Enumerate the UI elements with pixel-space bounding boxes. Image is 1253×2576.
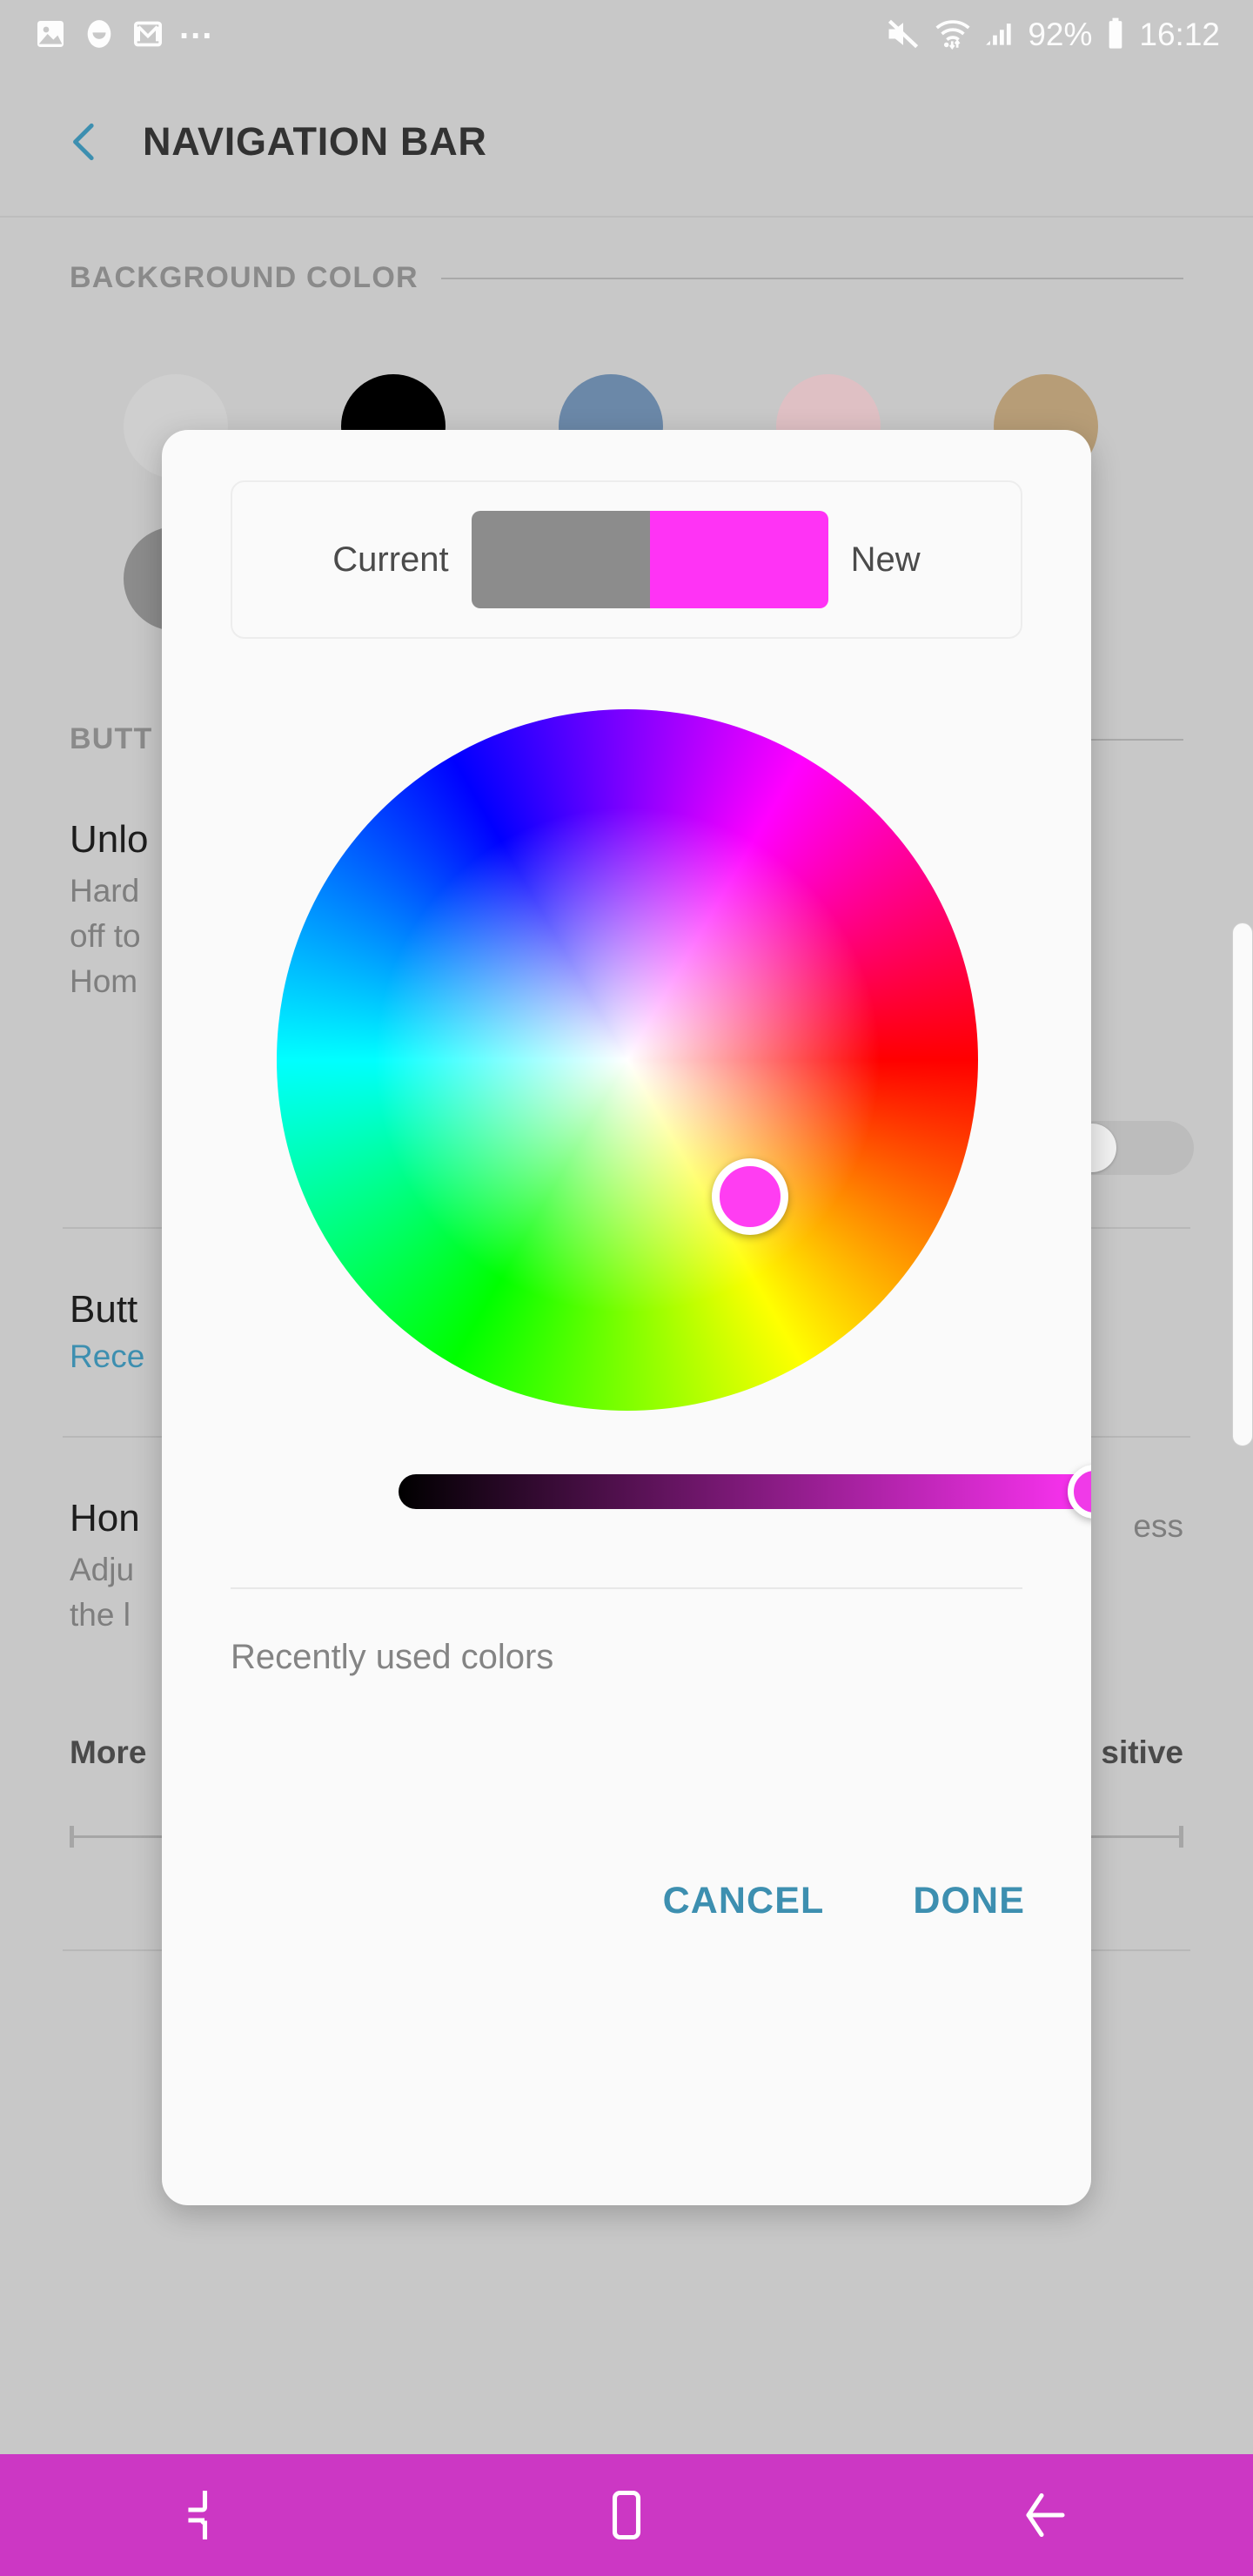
- cancel-button[interactable]: CANCEL: [654, 1868, 834, 1935]
- page-title: NAVIGATION BAR: [143, 119, 487, 164]
- slider-tick-min: [70, 1826, 74, 1848]
- mute-icon: [888, 19, 919, 49]
- color-picker-dialog: Current New Recently used colors CANCEL …: [162, 430, 1091, 2205]
- back-icon: [1026, 2492, 1065, 2538]
- new-color-half: [649, 511, 828, 608]
- battery-icon: [1109, 17, 1122, 49]
- section-rule: [440, 277, 1183, 279]
- dialog-divider: [231, 1587, 1022, 1589]
- app-header: NAVIGATION BAR: [0, 68, 1253, 218]
- clock-label: 16:12: [1139, 16, 1220, 52]
- section-header-background-color: BACKGROUND COLOR: [0, 261, 1253, 295]
- color-wheel-cursor[interactable]: [712, 1158, 789, 1236]
- color-preview-box: Current New: [231, 480, 1022, 639]
- section-label: BUTT: [70, 722, 153, 755]
- gmail-icon: [134, 21, 162, 47]
- page-scrollbar[interactable]: [1232, 922, 1253, 1446]
- color-wheel-picker[interactable]: [277, 709, 978, 1411]
- brightness-slider-track[interactable]: [399, 1474, 1091, 1509]
- recently-used-colors-label: Recently used colors: [231, 1638, 554, 1676]
- status-bar: ... 92% 16:12: [0, 0, 1253, 68]
- wifi-icon: [935, 20, 970, 50]
- brightness-slider-thumb[interactable]: [1068, 1465, 1091, 1519]
- chevron-left-icon: [73, 123, 94, 161]
- recently-used-colors-list[interactable]: [231, 1709, 1022, 1822]
- current-color-half: [471, 511, 650, 608]
- signal-icon: [986, 23, 1012, 45]
- done-button[interactable]: DONE: [904, 1868, 1034, 1935]
- status-overflow-icon: ...: [179, 8, 214, 46]
- nav-back-button[interactable]: [966, 2454, 1122, 2576]
- phone-screen: ... 92% 16:12 NAVIGATION BAR BACKGROUND …: [0, 0, 1253, 2576]
- image-icon: [37, 21, 64, 47]
- status-notification-icons: ...: [33, 8, 214, 51]
- nav-recents-button[interactable]: [131, 2454, 287, 2576]
- battery-percent-label: 92%: [1028, 16, 1093, 52]
- nav-home-button[interactable]: [548, 2454, 705, 2576]
- recents-icon: [188, 2490, 208, 2540]
- home-icon: [612, 2490, 641, 2540]
- back-nav-button[interactable]: [37, 94, 132, 190]
- current-color-label: Current: [332, 540, 449, 579]
- smiley-icon: [87, 20, 111, 48]
- system-navigation-bar: [0, 2454, 1253, 2576]
- current-new-color-swatch: [471, 511, 828, 608]
- dialog-action-bar: CANCEL DONE: [162, 1868, 1091, 1935]
- status-system-icons: 92% 16:12: [884, 15, 1220, 53]
- new-color-label: New: [850, 540, 921, 579]
- section-label: BACKGROUND COLOR: [70, 261, 419, 294]
- slider-tick-max: [1179, 1826, 1183, 1848]
- brightness-slider[interactable]: [399, 1465, 1091, 1519]
